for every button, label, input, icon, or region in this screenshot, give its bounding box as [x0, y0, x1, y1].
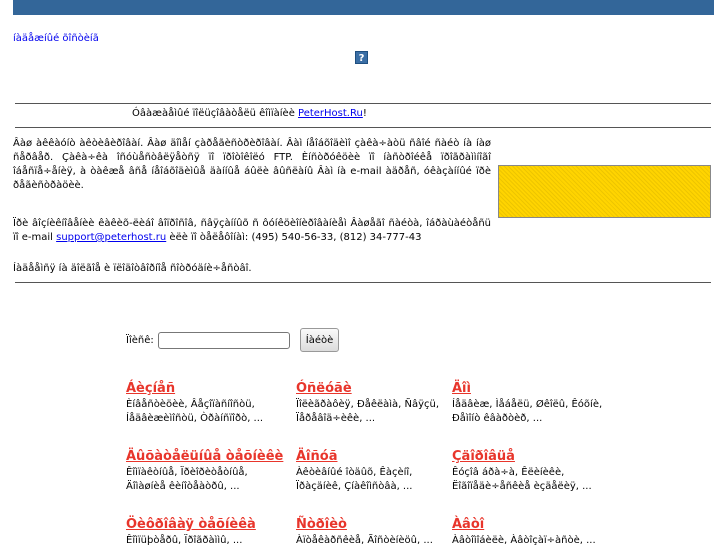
category-auto: Àâòî Àâòîìîáèëè, Àâòîçàï÷àñòè, ...: [452, 517, 612, 548]
paragraph-support: Ïðè âîçíèêíîâåíèè êàêèõ-ëèáî âîïðîñîâ, ñ…: [13, 217, 491, 245]
top-bar: [13, 0, 714, 15]
category-title[interactable]: Äîñóã: [296, 449, 456, 464]
category-home: Äîì Íåäâèæ, Ìåáåëü, Øêîëû, Êóõíè, Ðåìîíò…: [452, 381, 612, 426]
category-business: Áèçíåñ Èíâåñòèöèè, Âåçîïàñíîñòü, Íåäâèæè…: [126, 381, 286, 426]
category-title[interactable]: Çäîðîâüå: [452, 449, 612, 464]
category-subitems: Êîìïüþòåðû, Ïðîãðàììû, ...: [126, 535, 243, 546]
divider-top: [15, 103, 711, 104]
category-subitems: Êóçîâ áðà÷à, Êëèíèêè, Ëîãîïåäè÷åñêèå èçä…: [452, 467, 592, 492]
paragraph-closing: Íàäååìñÿ íà äîëãîå è ïëîäîòâîðíîå ñîòðóä…: [13, 263, 252, 274]
category-subitems: Àêòèâíûé îòäûõ, Êàçèíî, Ïðàçäíèê, Çíàêîì…: [296, 467, 413, 492]
category-digital: Öèôðîâàÿ òåõíèêà Êîìïüþòåðû, Ïðîãðàììû, …: [126, 517, 286, 548]
ad-banner[interactable]: [498, 165, 711, 218]
search-button[interactable]: Íàéòè: [299, 328, 340, 352]
category-breathing: Äûõàòåëüíûå òåõíèêè Êîìïàêòíûå, Ïðèîðèòå…: [126, 449, 286, 494]
category-title[interactable]: Öèôðîâàÿ òåõíèêà: [126, 517, 286, 532]
search-form: Ïîèñê: Íàéòè: [126, 328, 340, 352]
category-subitems: Àâòîìîáèëè, Àâòîçàï÷àñòè, ...: [452, 535, 596, 546]
support-email-link[interactable]: support@peterhost.ru: [56, 232, 166, 243]
category-subitems: Àïòåêàðñêèå, Ãîñòèíèöû, ...: [296, 535, 433, 546]
divider-middle: [15, 127, 711, 128]
divider-bottom: [15, 282, 711, 283]
search-label: Ïîèñê:: [126, 334, 154, 346]
category-build: Ñòðîèò Àïòåêàðñêèå, Ãîñòèíèöû, ...: [296, 517, 456, 548]
welcome-prefix: Óâàæàåìûé ïîëüçîâàòåëü êîìïàíèè: [132, 108, 299, 119]
help-icon[interactable]: ?: [355, 51, 368, 64]
category-title[interactable]: Óñëóãè: [296, 381, 456, 396]
category-subitems: Ïîëèãðàôèÿ, Ðåêëàìà, Ñâÿçü, Ïåðåâîä÷èêè,…: [296, 399, 440, 424]
paragraph-account: Âàø àêêàóíò àêòèâèðîâàí. Âàø äîìåí çàðåã…: [13, 138, 491, 191]
peterhost-link[interactable]: PeterHost.Ru: [298, 108, 363, 119]
category-title[interactable]: Áèçíåñ: [126, 381, 286, 396]
category-title[interactable]: Äûõàòåëüíûå òåõíèêè: [126, 449, 286, 464]
category-title[interactable]: Äîì: [452, 381, 612, 396]
category-leisure: Äîñóã Àêòèâíûé îòäûõ, Êàçèíî, Ïðàçäíèê, …: [296, 449, 456, 494]
search-input[interactable]: [157, 331, 290, 349]
category-health: Çäîðîâüå Êóçîâ áðà÷à, Êëèíèêè, Ëîãîïåäè÷…: [452, 449, 612, 494]
category-title[interactable]: Àâòî: [452, 517, 612, 532]
welcome-suffix: !: [362, 108, 367, 119]
support-phones: èëè ïî òåëåôîíàì: (495) 540-56-33, (812)…: [166, 232, 422, 243]
category-title[interactable]: Ñòðîèò: [296, 517, 456, 532]
category-services: Óñëóãè Ïîëèãðàôèÿ, Ðåêëàìà, Ñâÿçü, Ïåðåâ…: [296, 381, 456, 426]
category-subitems: Èíâåñòèöèè, Âåçîïàñíîñòü, Íåäâèæèìîñòü, …: [126, 399, 264, 424]
category-subitems: Íåäâèæ, Ìåáåëü, Øêîëû, Êóõíè, Ðåìîíò êâà…: [452, 399, 603, 424]
category-subitems: Êîìïàêòíûå, Ïðèîðèòåòíûå, Äîìàøíèå êèíîò…: [126, 467, 248, 492]
top-link[interactable]: íàäåæíûé õîñòèíã: [13, 33, 99, 44]
welcome-line: Óâàæàåìûé ïîëüçîâàòåëü êîìïàíèè PeterHos…: [132, 108, 367, 119]
